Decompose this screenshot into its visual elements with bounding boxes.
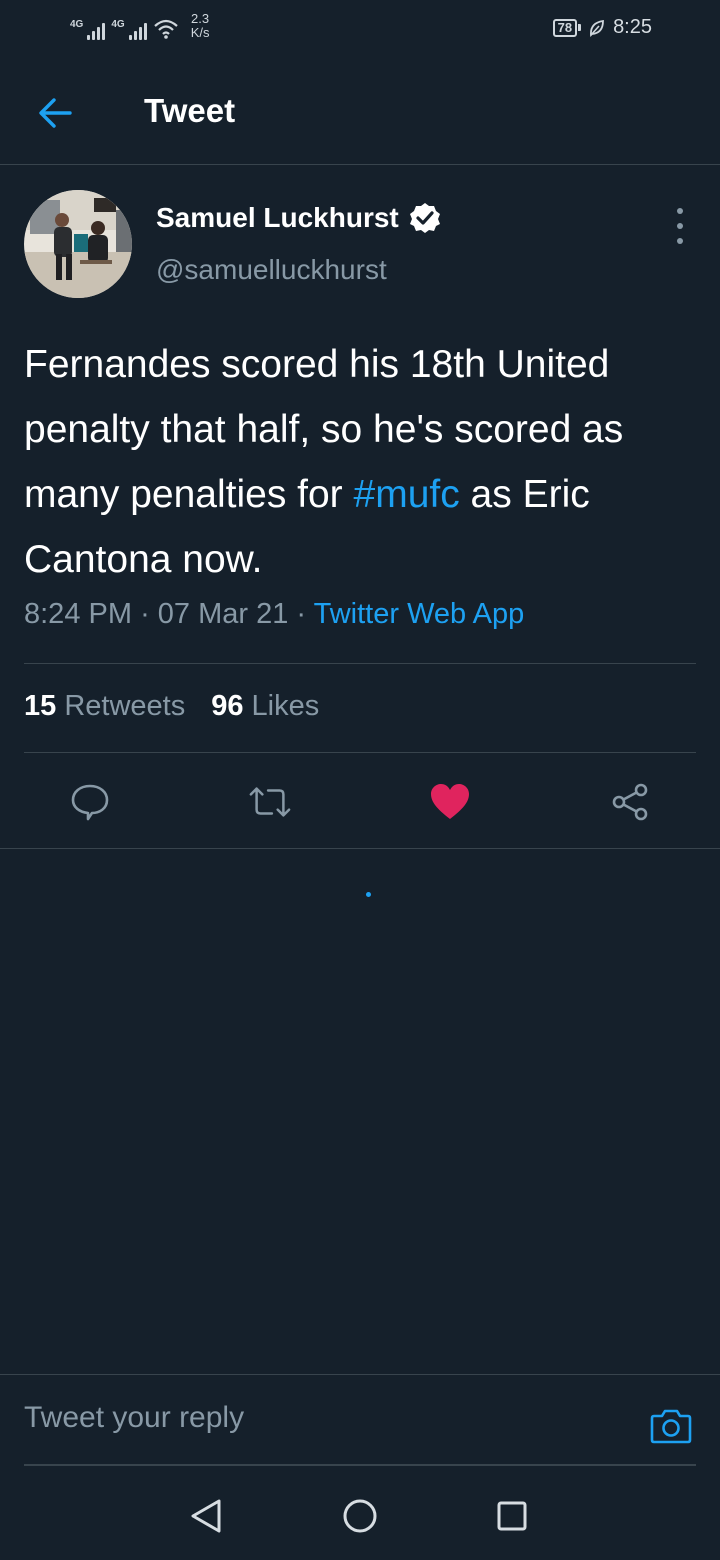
status-bar: 4G 4G 2.3 K/s 78 8:25 — [0, 0, 720, 56]
status-time: 8:25 — [613, 16, 652, 38]
meta-separator: · — [140, 598, 158, 630]
page-title: Tweet — [144, 92, 236, 129]
back-arrow-icon — [39, 98, 72, 128]
tweet-meta: 8:24 PM · 07 Mar 21 · Twitter Web App — [24, 598, 524, 631]
reply-input[interactable]: Tweet your reply — [24, 1401, 244, 1435]
speed-unit: K/s — [190, 25, 210, 40]
battery-icon: 78 — [552, 18, 582, 37]
avatar-image — [24, 190, 132, 298]
like-button[interactable] — [428, 780, 472, 824]
tweet-stats: 15 Retweets 96 Likes — [24, 690, 319, 723]
heart-icon — [431, 784, 469, 819]
loading-indicator — [366, 892, 371, 897]
avatar[interactable] — [24, 190, 132, 298]
retweets-stat[interactable]: 15 Retweets — [24, 690, 185, 723]
nav-back-button[interactable] — [186, 1496, 226, 1536]
retweet-button[interactable] — [248, 780, 292, 824]
tweet-source-link[interactable]: Twitter Web App — [314, 598, 525, 630]
retweet-icon — [249, 787, 291, 817]
reply-button[interactable] — [68, 780, 112, 824]
tweet-date: 07 Mar 21 — [157, 598, 289, 630]
battery-level: 78 — [552, 18, 578, 37]
tweet-author: Samuel Luckhurst @samuelluckhurst — [24, 190, 696, 300]
camera-icon — [650, 1409, 692, 1444]
more-options-icon[interactable] — [670, 208, 690, 244]
speed-value: 2.3 — [191, 11, 210, 26]
signal-2-icon: 4G — [111, 19, 147, 40]
reply-bar: Tweet your reply — [0, 1374, 720, 1467]
share-icon — [612, 783, 648, 821]
wifi-icon — [153, 19, 178, 39]
meta-separator: · — [296, 598, 314, 630]
status-right: 78 8:25 — [552, 16, 652, 39]
likes-label: Likes — [251, 690, 320, 722]
leaf-icon — [590, 19, 604, 37]
verified-badge-icon — [409, 203, 440, 233]
share-button[interactable] — [608, 780, 652, 824]
nav-recents-icon — [497, 1501, 527, 1531]
network-type-1: 4G — [70, 19, 84, 30]
divider — [24, 752, 696, 753]
retweets-label: Retweets — [64, 690, 186, 722]
status-left: 4G 4G 2.3 K/s — [70, 12, 209, 40]
reply-underline — [24, 1464, 696, 1466]
tweet-time: 8:24 PM — [24, 598, 132, 630]
tweet-actions — [0, 760, 720, 849]
retweets-count: 15 — [24, 690, 57, 722]
signal-1-icon: 4G — [70, 19, 106, 40]
reply-icon — [71, 784, 109, 821]
nav-home-button[interactable] — [340, 1496, 380, 1536]
author-name-row: Samuel Luckhurst — [156, 202, 441, 234]
network-type-2: 4G — [111, 19, 125, 30]
likes-count: 96 — [211, 690, 244, 722]
camera-button[interactable] — [650, 1407, 692, 1445]
back-button[interactable] — [30, 88, 80, 138]
network-speed: 2.3 K/s — [191, 12, 210, 40]
system-nav-bar — [0, 1478, 720, 1560]
author-name[interactable]: Samuel Luckhurst — [156, 202, 399, 234]
divider — [24, 663, 696, 664]
author-handle[interactable]: @samuelluckhurst — [156, 254, 387, 286]
likes-stat[interactable]: 96 Likes — [211, 690, 319, 723]
nav-recents-button[interactable] — [492, 1496, 532, 1536]
nav-back-icon — [191, 1499, 221, 1533]
app-header: Tweet — [0, 56, 720, 165]
tweet-text: Fernandes scored his 18th United penalty… — [24, 332, 696, 592]
nav-home-icon — [343, 1499, 377, 1533]
hashtag-link[interactable]: #mufc — [354, 473, 460, 516]
